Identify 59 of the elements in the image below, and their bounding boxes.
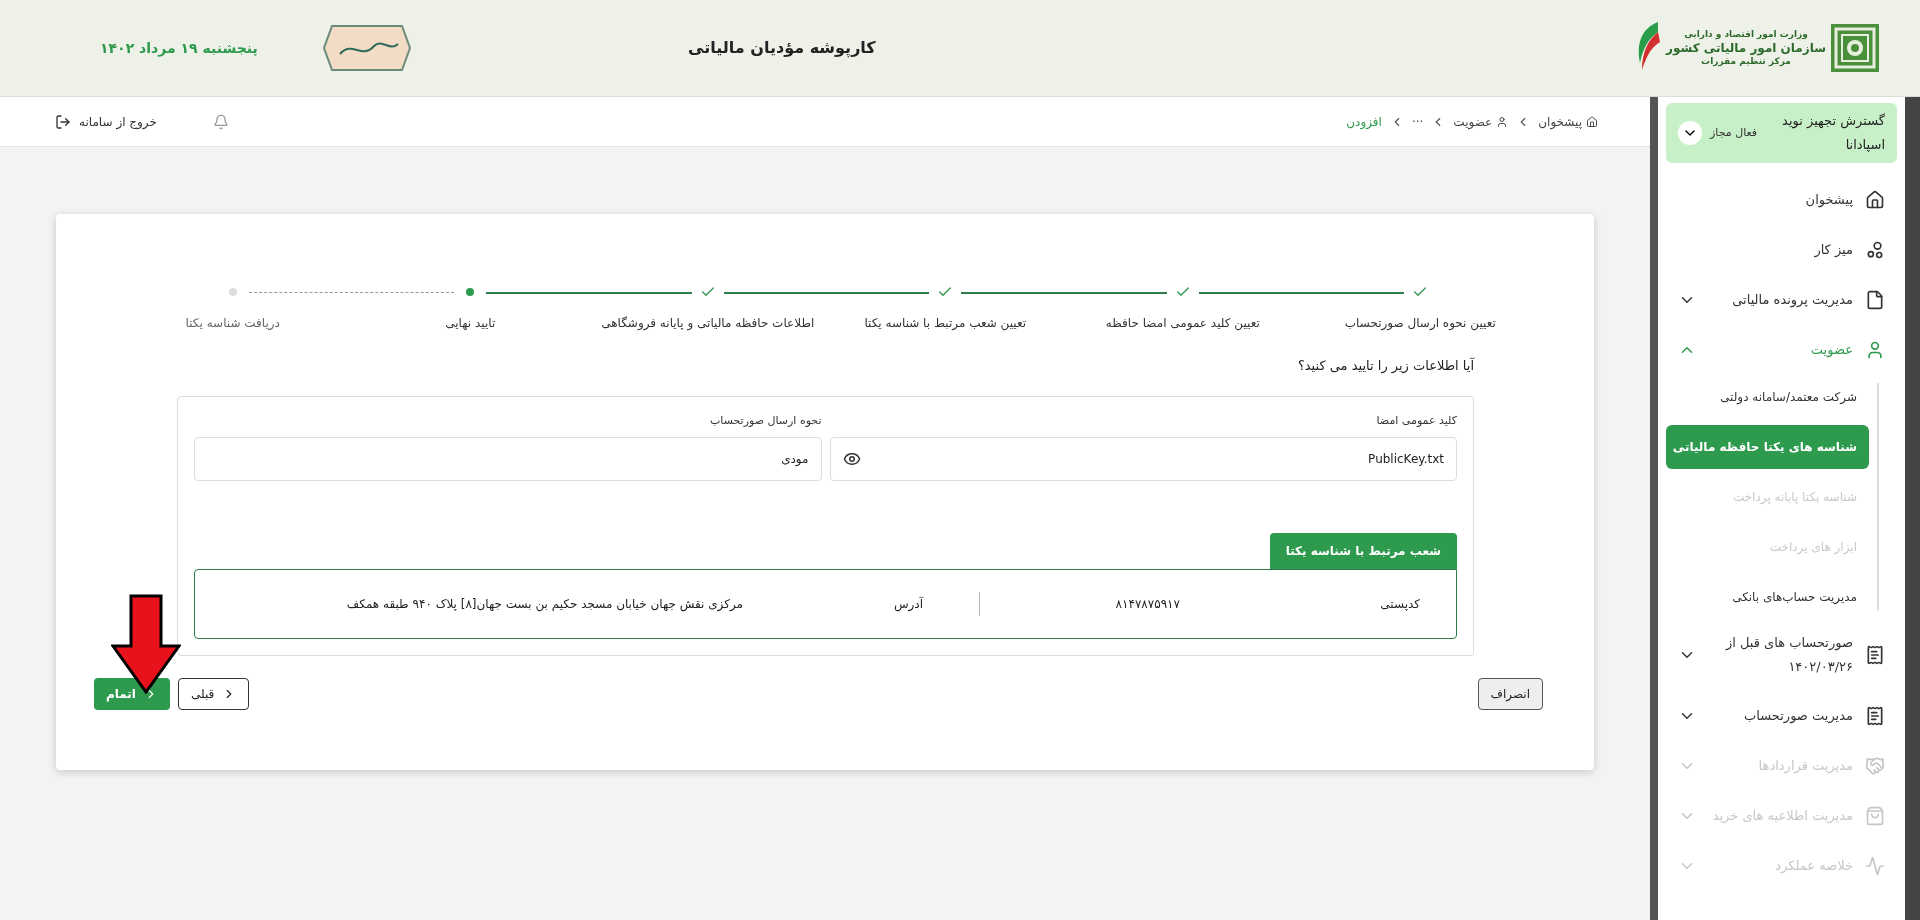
receipt-icon (1865, 645, 1885, 665)
document-icon (1865, 290, 1885, 310)
page-title: کارپوشه مؤدیان مالیاتی (688, 37, 876, 60)
sidebar-item[interactable]: مدیریت صورتحساب (1666, 691, 1897, 741)
breadcrumb-link[interactable]: ··· (1411, 112, 1424, 131)
handshake-icon (1865, 756, 1885, 776)
breadcrumb-link[interactable]: افزودن (1346, 112, 1382, 131)
dropdown-toggle[interactable] (1678, 121, 1702, 145)
logo-line: وزارت امور اقتصاد و دارایی (1684, 29, 1808, 41)
sidebar-scrollbar[interactable] (1905, 97, 1920, 920)
bag-icon (1865, 806, 1885, 826)
account-card[interactable]: گسترش تجهیز نوید اسپادانا فعال مجاز (1666, 103, 1897, 163)
step-label: تعیین کلید عمومی امضا حافظه (1105, 315, 1260, 332)
address-text: مرکزی نقش جهان خیابان مسجد حکیم بن بست جهان[۸] پلاک ۹۴۰ طبقه همکف (346, 596, 743, 613)
confirm-question: آیا اطلاعات زیر را تایید می کنید؟ (1296, 356, 1474, 376)
step-label: دریافت شناسه یکتا (185, 315, 280, 332)
sidebar-item[interactable]: صورتحساب های قبل از ۱۴۰۲/۰۳/۲۶ (1666, 619, 1897, 691)
finish-button[interactable]: اتمام (94, 678, 170, 710)
step-label: تعیین شعب مرتبط با شناسه یکتا (864, 315, 1027, 332)
field-label: کلید عمومی امضا (1375, 412, 1457, 429)
file-field[interactable]: PublicKey.txt (829, 437, 1457, 481)
user-icon (1496, 115, 1509, 128)
logo-line: مرکز تنظیم مقررات (1701, 55, 1791, 67)
sidebar-item[interactable]: میز کار (1666, 225, 1897, 275)
sidebar-subitem[interactable]: شناسه های یکتا حافظه مالیاتی (1666, 425, 1869, 469)
breadcrumb-link[interactable]: پیشخوان (1538, 112, 1598, 131)
cancel-button[interactable]: انصراف (1477, 678, 1543, 710)
emblem-icon (1830, 23, 1880, 73)
user-icon (1865, 340, 1885, 360)
postal-code: ۸۱۴۷۸۷۵۹۱۷ (1114, 596, 1180, 613)
logout-button[interactable]: خروج از سامانه (55, 112, 157, 131)
receipt-icon (1865, 706, 1885, 726)
account-name: گسترش تجهیز نوید اسپادانا (1781, 112, 1885, 154)
sidebar-subitem[interactable]: مدیریت حساب‌های بانکی (1666, 575, 1869, 619)
address-label: آدرس (892, 595, 923, 613)
logo-line: سازمان امور مالیاتی کشور (1666, 40, 1826, 56)
step-label: تایید نهایی (445, 315, 496, 332)
text-field[interactable]: مودی (194, 437, 822, 481)
sidebar-subitem[interactable]: شرکت معتمد/سامانه دولتی (1666, 375, 1869, 419)
bell-icon[interactable] (212, 113, 229, 130)
field-label: نحوه ارسال صورتحساب (708, 412, 822, 429)
branches-tab[interactable]: شعب مرتبط با شناسه یکتا (1269, 533, 1457, 569)
eye-icon[interactable] (842, 450, 861, 468)
date-label: پنجشنبه ۱۹ مرداد ۱۴۰۲ (100, 38, 258, 59)
home-icon (1865, 190, 1885, 210)
account-status: فعال مجاز (1710, 124, 1758, 141)
sidebar-item[interactable]: مدیریت پرونده مالیاتی (1666, 275, 1897, 325)
step-label: اطلاعات حافظه مالیاتی و پایانه فروشگاهی (601, 315, 815, 332)
page-scrollbar[interactable] (1650, 97, 1658, 920)
circles-icon (1865, 240, 1885, 260)
breadcrumb-link[interactable]: عضویت (1453, 112, 1509, 131)
previous-button[interactable]: قبلی (177, 678, 250, 710)
sidebar-item[interactable]: پیشخوان (1666, 175, 1897, 225)
step-label: تعیین نحوه ارسال صورتحساب (1344, 315, 1496, 332)
wave-icon (1865, 856, 1885, 876)
logout-icon (55, 113, 71, 130)
sidebar-item[interactable]: عضویت (1666, 325, 1897, 375)
home-icon (1586, 115, 1598, 128)
postal-label: کدپستی (1379, 596, 1420, 613)
